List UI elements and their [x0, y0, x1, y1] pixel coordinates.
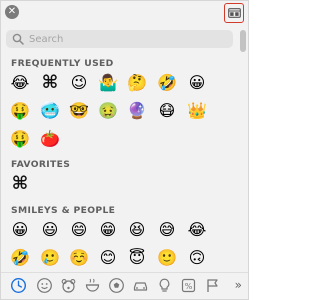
- category-recent[interactable]: [10, 277, 27, 294]
- emoji-cell[interactable]: 😄: [68, 219, 90, 241]
- category-travel[interactable]: [132, 277, 149, 294]
- category-symbols[interactable]: %: [180, 277, 197, 294]
- emoji-cell[interactable]: 🍅: [39, 128, 61, 150]
- smiley-icon: [37, 278, 52, 293]
- ball-icon: [109, 278, 124, 293]
- emoji-cell[interactable]: ⌘: [9, 173, 31, 195]
- emoji-cell[interactable]: ☺️: [68, 247, 90, 269]
- emoji-cell[interactable]: 😀: [9, 219, 31, 241]
- emoji-cell[interactable]: 🤓: [68, 100, 90, 122]
- clock-icon: [10, 277, 27, 294]
- search-input[interactable]: [29, 33, 219, 45]
- emoji-cell[interactable]: 😆: [126, 219, 148, 241]
- emoji-cell[interactable]: 😷: [156, 100, 178, 122]
- emoji-cell[interactable]: 😂: [9, 72, 31, 94]
- emoji-picker: ✕ FREQUENTLY USED 😂 ⌘ 😉 🤷‍♂️ 🤔 🤣 😀 🤑 🥶 🤓 🤢 🔮 😷 👑 🤑 🍅 FA…: [0, 0, 249, 300]
- scrollbar[interactable]: [239, 29, 246, 273]
- search-icon: [12, 33, 24, 45]
- emoji-cell[interactable]: 🤑: [9, 128, 31, 150]
- emoji-cell[interactable]: ⌘: [39, 72, 61, 94]
- animal-icon: [61, 279, 76, 293]
- emoji-cell[interactable]: 🔮: [126, 100, 148, 122]
- category-smileys[interactable]: [36, 277, 53, 294]
- more-categories-button[interactable]: »: [235, 278, 242, 292]
- section-title-frequently-used: FREQUENTLY USED: [11, 58, 114, 69]
- emoji-grid: FREQUENTLY USED 😂 ⌘ 😉 🤷‍♂️ 🤔 🤣 😀 🤑 🥶 🤓 🤢 🔮 😷 👑 🤑 🍅 FAVO…: [1, 50, 239, 272]
- emoji-cell[interactable]: 😂: [186, 219, 208, 241]
- category-activity[interactable]: [108, 277, 125, 294]
- emoji-cell[interactable]: 🤷‍♂️: [97, 72, 119, 94]
- close-button[interactable]: ✕: [5, 5, 19, 19]
- lightbulb-icon: [159, 278, 170, 292]
- emoji-cell[interactable]: 😅: [156, 219, 178, 241]
- flag-icon: [207, 279, 218, 292]
- emoji-cell[interactable]: 🙂: [156, 247, 178, 269]
- symbols-icon: %: [181, 278, 196, 293]
- emoji-cell[interactable]: 🙃: [186, 247, 208, 269]
- emoji-cell[interactable]: 😉: [68, 72, 90, 94]
- car-icon: [133, 282, 148, 291]
- character-viewer-button[interactable]: [224, 3, 244, 23]
- emoji-cell[interactable]: 😊: [97, 247, 119, 269]
- search-field[interactable]: [6, 30, 233, 48]
- emoji-cell[interactable]: 🤣: [156, 72, 178, 94]
- emoji-cell[interactable]: 😇: [126, 247, 148, 269]
- svg-text:%: %: [185, 282, 193, 291]
- emoji-cell[interactable]: 🤑: [9, 100, 31, 122]
- scrollbar-thumb[interactable]: [240, 30, 246, 52]
- emoji-cell[interactable]: 🤣: [9, 247, 31, 269]
- picker-toolbar: ✕: [1, 1, 248, 29]
- window-icon: [227, 8, 241, 18]
- emoji-cell[interactable]: 😁: [97, 219, 119, 241]
- emoji-cell[interactable]: 🥶: [39, 100, 61, 122]
- emoji-cell[interactable]: 😃: [39, 219, 61, 241]
- section-title-favorites: FAVORITES: [11, 159, 71, 170]
- emoji-cell[interactable]: 🤔: [126, 72, 148, 94]
- section-title-smileys-people: SMILEYS & PEOPLE: [11, 205, 116, 216]
- emoji-cell[interactable]: 🤢: [97, 100, 119, 122]
- emoji-cell[interactable]: 😀: [186, 72, 208, 94]
- category-objects[interactable]: [156, 277, 173, 294]
- emoji-cell[interactable]: 👑: [186, 100, 208, 122]
- category-flags[interactable]: [204, 277, 221, 294]
- emoji-cell[interactable]: 🥲: [39, 247, 61, 269]
- food-icon: [85, 278, 100, 292]
- category-food[interactable]: [84, 277, 101, 294]
- category-animals[interactable]: [60, 277, 77, 294]
- category-bar: % »: [1, 272, 248, 299]
